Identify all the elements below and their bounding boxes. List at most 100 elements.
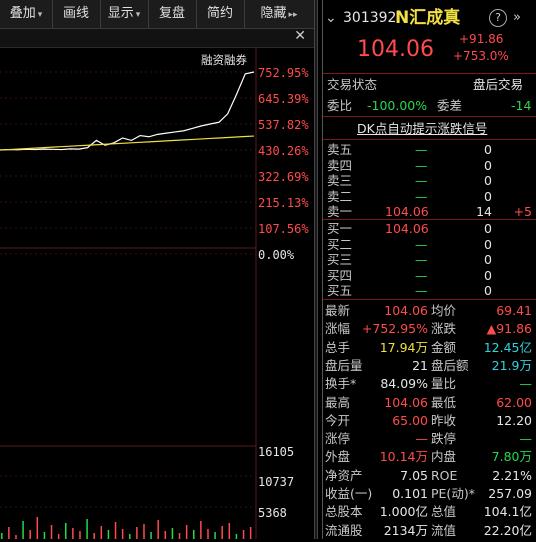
- separator: [323, 116, 536, 117]
- overlay-button[interactable]: 叠加 ▾: [0, 0, 53, 28]
- quote-panel: ⌄ 301392 N汇成真 ? » 104.06 +91.86 +753.0% …: [323, 0, 536, 539]
- stat-label: 量比: [431, 376, 457, 392]
- stat-value: —: [519, 431, 533, 447]
- help-circle-icon[interactable]: ?: [489, 9, 507, 27]
- stat-value: 10.14万: [379, 449, 428, 465]
- stat-row: 收益(一) 0.101 PE(动)* 257.09: [323, 485, 536, 503]
- simple-button[interactable]: 简约: [196, 0, 245, 28]
- book-price: —: [415, 267, 428, 283]
- book-price: —: [415, 157, 428, 173]
- price-axis-label: 645.39%: [258, 92, 309, 106]
- draw-line-button[interactable]: 画线: [52, 0, 101, 28]
- volume-bar: [100, 526, 103, 539]
- volume-axis-label: 16105: [258, 445, 295, 459]
- stat-label: 流通股: [325, 522, 363, 538]
- stat-label: 涨停: [325, 431, 351, 447]
- price-axis-label: 537.82%: [258, 118, 309, 132]
- volume-bar: [185, 525, 188, 539]
- stat-value: 84.09%: [380, 376, 428, 392]
- book-price: 104.06: [385, 204, 429, 219]
- stat-value: 257.09: [488, 486, 532, 501]
- stat-label: 总股本: [325, 504, 363, 520]
- stat-row: 流通股 2134万 流值 22.20亿: [323, 522, 536, 540]
- book-price: —: [415, 142, 428, 157]
- volume-bar: [171, 528, 174, 539]
- chevron-down-icon[interactable]: ⌄: [325, 7, 337, 29]
- book-volume: 0: [484, 142, 492, 157]
- replay-button[interactable]: 复盘: [148, 0, 197, 28]
- stat-label: 盘后额: [431, 357, 469, 373]
- buy-book-row: 买一 104.06 0: [323, 221, 536, 237]
- price-axis-label: 322.69%: [258, 170, 309, 184]
- double-chevron-right-icon[interactable]: »: [513, 7, 521, 29]
- sell-book-row: 卖一 104.06 14 +5: [323, 204, 536, 220]
- price-axis-label: 430.26%: [258, 144, 309, 158]
- chart-legend: 融资融券: [201, 53, 247, 67]
- stat-label: 换手*: [325, 376, 357, 392]
- price-axis-label: 215.13%: [258, 196, 309, 210]
- volume-bar: [178, 533, 181, 539]
- book-price: —: [415, 283, 428, 298]
- signal-row[interactable]: DK点自动提示涨跌信号: [323, 119, 536, 138]
- buy-book-row: 买三 — 0: [323, 252, 536, 268]
- volume-bar: [8, 527, 10, 539]
- panel-divider[interactable]: [314, 0, 318, 539]
- book-volume: 0: [484, 236, 492, 252]
- chevron-down-icon: ▾: [37, 10, 43, 20]
- stat-label: 最新: [325, 303, 351, 318]
- close-icon[interactable]: ✕: [294, 28, 306, 44]
- separator: [323, 139, 536, 140]
- sell-book-row: 卖四 — 0: [323, 158, 536, 174]
- stat-label: 金额: [431, 339, 457, 355]
- hide-button[interactable]: 隐藏 ▸▸: [244, 0, 314, 28]
- weicha-value: -14: [511, 98, 532, 113]
- volume-bar: [200, 521, 202, 539]
- stat-value: 104.06: [384, 303, 428, 318]
- sell-book-row: 卖三 — 0: [323, 173, 536, 189]
- stat-label: 均价: [431, 303, 457, 318]
- draw-line-label: 画线: [62, 6, 89, 21]
- order-ratio-row: 委比 -100.00% 委差 -14: [323, 96, 536, 115]
- buy-book-row: 买二 — 0: [323, 237, 536, 253]
- volume-axis-label: 5368: [258, 506, 287, 520]
- status-value: 盘后交易: [473, 77, 524, 92]
- buy-book-row: 买四 — 0: [323, 268, 536, 284]
- stat-value: 7.05: [400, 467, 428, 483]
- stock-name: N汇成真: [395, 8, 461, 28]
- stat-label: 总值: [431, 504, 457, 520]
- book-price: —: [415, 188, 428, 204]
- signal-link[interactable]: DK点自动提示涨跌信号: [357, 119, 487, 138]
- price-change: +91.86: [459, 32, 504, 46]
- book-volume: 0: [484, 221, 492, 236]
- stat-value: 12.45亿: [483, 339, 532, 355]
- volume-bar: [15, 535, 17, 539]
- book-change: +5: [513, 204, 532, 219]
- stat-value: 62.00: [496, 394, 532, 410]
- stat-value: 12.20: [496, 412, 532, 428]
- volume-bar: [228, 523, 231, 539]
- volume-bar: [150, 532, 152, 539]
- price-change-pct: +753.0%: [453, 49, 509, 63]
- stat-row: 净资产 7.05 ROE 2.21%: [323, 467, 536, 485]
- book-level-label: 买三: [327, 252, 353, 267]
- book-level-label: 买四: [327, 267, 353, 283]
- stat-label: 今开: [325, 412, 351, 428]
- overlay-label: 叠加: [9, 6, 36, 21]
- price-block: 104.06 +91.86 +753.0%: [323, 32, 536, 72]
- display-button[interactable]: 显示 ▾: [100, 0, 149, 28]
- stat-row: 总股本 1.000亿 总值 104.1亿: [323, 503, 536, 521]
- volume-bar: [207, 529, 209, 539]
- stat-row: 外盘 10.14万 内盘 7.80万: [323, 448, 536, 466]
- book-level-label: 卖一: [327, 204, 353, 219]
- stat-row: 今开 65.00 昨收 12.20: [323, 412, 536, 430]
- volume-bar: [1, 533, 3, 539]
- book-price: —: [415, 236, 428, 252]
- stat-value: +752.95%: [361, 321, 428, 337]
- volume-bar: [86, 519, 88, 539]
- stat-label: 净资产: [325, 467, 363, 483]
- stat-value: 22.20亿: [483, 522, 532, 538]
- stat-row: 最高 104.06 最低 62.00: [323, 394, 536, 412]
- volume-bar: [143, 524, 145, 539]
- book-level-label: 卖五: [327, 142, 353, 157]
- stat-row: 盘后量 21 盘后额 21.9万: [323, 357, 536, 375]
